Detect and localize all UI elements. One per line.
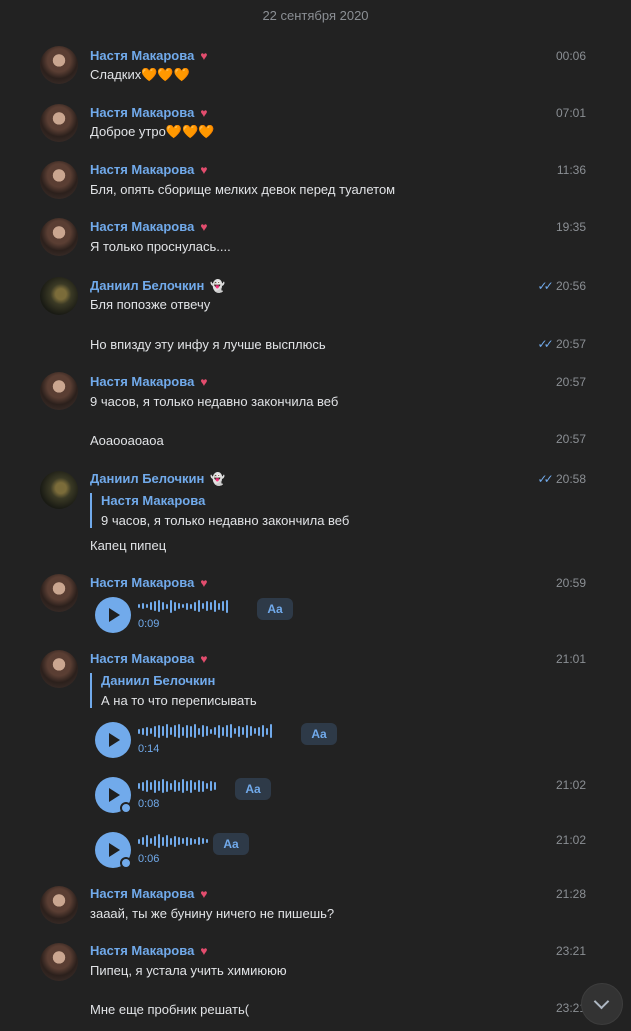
voice-duration: 0:14 bbox=[138, 743, 160, 755]
transcribe-button[interactable]: Aa bbox=[257, 598, 293, 620]
message-text: Аоаооаоаоа bbox=[90, 433, 164, 448]
message-text: Я только проснулась.... bbox=[90, 239, 231, 254]
ghost-emoji-icon: 👻 bbox=[210, 279, 226, 293]
avatar[interactable] bbox=[40, 104, 78, 142]
sender-name[interactable]: Настя Макарова ♥ bbox=[90, 105, 207, 120]
avatar[interactable] bbox=[40, 161, 78, 199]
avatar[interactable] bbox=[40, 886, 78, 924]
message-time[interactable]: 00:06 bbox=[556, 49, 586, 63]
message-time[interactable]: 21:28 bbox=[556, 887, 586, 901]
heart-emoji-icon: ♥ bbox=[200, 49, 208, 63]
message-time[interactable]: ✓✓ 20:57 bbox=[538, 337, 586, 351]
message-time[interactable]: 21:02 bbox=[556, 833, 586, 847]
ghost-emoji-icon: 👻 bbox=[210, 472, 226, 486]
message-text: Мне еще пробник решать( bbox=[90, 1002, 250, 1017]
heart-emoji-icon: ♥ bbox=[200, 220, 208, 234]
avatar[interactable] bbox=[40, 574, 78, 612]
reply-quote[interactable]: Настя Макарова 9 часов, я только недавно… bbox=[90, 493, 349, 528]
heart-emoji-icon: ♥ bbox=[200, 375, 208, 389]
hearts-emoji: 🧡🧡🧡 bbox=[165, 124, 215, 139]
message-time[interactable]: 20:57 bbox=[556, 375, 586, 389]
message-text: Пипец, я устала учить химиююю bbox=[90, 963, 287, 978]
message-time[interactable]: 11:36 bbox=[557, 163, 586, 177]
quote-text: 9 часов, я только недавно закончила веб bbox=[101, 513, 350, 528]
waveform[interactable] bbox=[138, 779, 216, 793]
sender-name[interactable]: Даниил Белочкин 👻 bbox=[90, 471, 225, 486]
heart-emoji-icon: ♥ bbox=[200, 106, 208, 120]
unread-dot-icon bbox=[120, 802, 132, 814]
sender-name[interactable]: Настя Макарова ♥ bbox=[90, 374, 207, 389]
transcribe-button[interactable]: Aa bbox=[301, 723, 337, 745]
date-separator: 22 сентября 2020 bbox=[262, 8, 369, 23]
play-icon[interactable] bbox=[95, 597, 131, 633]
play-icon[interactable] bbox=[95, 722, 131, 758]
sender-name[interactable]: Настя Макарова ♥ bbox=[90, 162, 207, 177]
quote-author: Настя Макарова bbox=[101, 493, 206, 508]
message-text: Капец пипец bbox=[90, 538, 167, 553]
avatar[interactable] bbox=[40, 650, 78, 688]
avatar[interactable] bbox=[40, 943, 78, 981]
message-text: Сладких🧡🧡🧡 bbox=[90, 67, 190, 82]
waveform[interactable] bbox=[138, 834, 208, 848]
double-check-icon: ✓✓ bbox=[537, 472, 554, 486]
message-time[interactable]: 21:02 bbox=[556, 778, 586, 792]
message-time[interactable]: 19:35 bbox=[556, 220, 586, 234]
scroll-down-button[interactable] bbox=[581, 983, 623, 1025]
message-text: Бля попозже отвечу bbox=[90, 297, 211, 312]
message-time[interactable]: 20:59 bbox=[556, 576, 586, 590]
unread-dot-icon bbox=[120, 857, 132, 869]
quote-author: Даниил Белочкин bbox=[101, 673, 216, 688]
avatar[interactable] bbox=[40, 218, 78, 256]
quote-text: А на то что переписывать bbox=[101, 693, 257, 708]
sender-name[interactable]: Настя Макарова ♥ bbox=[90, 219, 207, 234]
message-time[interactable]: 20:57 bbox=[556, 432, 586, 446]
voice-duration: 0:06 bbox=[138, 853, 160, 865]
heart-emoji-icon: ♥ bbox=[200, 652, 208, 666]
message-text: Но впизду эту инфу я лучше высплюсь bbox=[90, 337, 326, 352]
heart-emoji-icon: ♥ bbox=[200, 163, 208, 177]
waveform[interactable] bbox=[138, 724, 272, 738]
waveform[interactable] bbox=[138, 599, 228, 613]
double-check-icon: ✓✓ bbox=[537, 279, 554, 293]
sender-name[interactable]: Настя Макарова ♥ bbox=[90, 886, 207, 901]
reply-quote[interactable]: Даниил Белочкин А на то что переписывать bbox=[90, 673, 257, 708]
sender-name[interactable]: Настя Макарова ♥ bbox=[90, 943, 207, 958]
message-time[interactable]: 23:21 bbox=[556, 944, 586, 958]
avatar[interactable] bbox=[40, 46, 78, 84]
message-text: зааай, ты же бунину ничего не пишешь? bbox=[90, 906, 335, 921]
heart-emoji-icon: ♥ bbox=[200, 944, 208, 958]
transcribe-button[interactable]: Aa bbox=[213, 833, 249, 855]
avatar[interactable] bbox=[40, 372, 78, 410]
voice-duration: 0:08 bbox=[138, 798, 160, 810]
sender-name[interactable]: Настя Макарова ♥ bbox=[90, 575, 207, 590]
message-text: Доброе утро🧡🧡🧡 bbox=[90, 124, 215, 139]
voice-duration: 0:09 bbox=[138, 618, 160, 630]
message-text: Бля, опять сборище мелких девок перед ту… bbox=[90, 182, 396, 197]
double-check-icon: ✓✓ bbox=[537, 337, 554, 351]
sender-name[interactable]: Настя Макарова ♥ bbox=[90, 651, 207, 666]
heart-emoji-icon: ♥ bbox=[200, 576, 208, 590]
sender-name[interactable]: Настя Макарова ♥ bbox=[90, 48, 207, 63]
message-time[interactable]: ✓✓ 20:56 bbox=[538, 279, 586, 293]
message-time[interactable]: 07:01 bbox=[556, 106, 586, 120]
avatar[interactable] bbox=[40, 277, 78, 315]
sender-name[interactable]: Даниил Белочкин 👻 bbox=[90, 278, 225, 293]
hearts-emoji: 🧡🧡🧡 bbox=[141, 67, 190, 82]
message-text: 9 часов, я только недавно закончила веб bbox=[90, 394, 339, 409]
message-time[interactable]: ✓✓ 20:58 bbox=[538, 472, 586, 486]
transcribe-button[interactable]: Aa bbox=[235, 778, 271, 800]
message-time[interactable]: 21:01 bbox=[556, 652, 586, 666]
avatar[interactable] bbox=[40, 471, 78, 509]
heart-emoji-icon: ♥ bbox=[200, 887, 208, 901]
